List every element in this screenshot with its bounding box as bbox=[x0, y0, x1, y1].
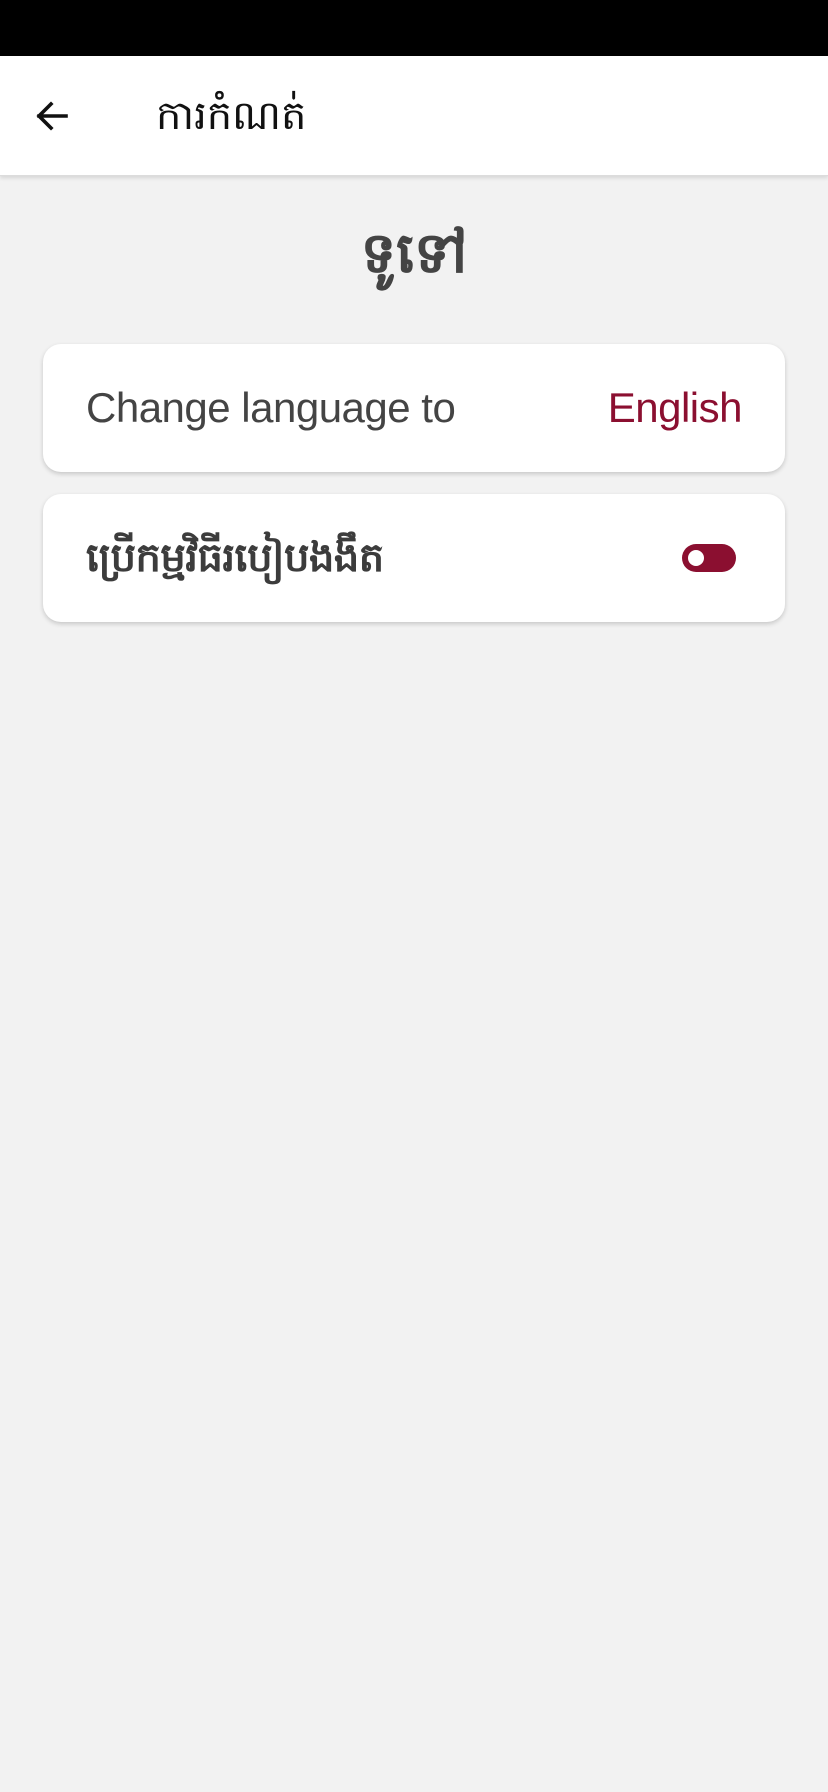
dark-mode-setting-card: ប្រើកម្មវិធីរបៀបងងឹត bbox=[43, 494, 785, 622]
status-bar bbox=[0, 0, 828, 56]
toggle-knob bbox=[688, 550, 704, 566]
section-heading-general: ទូទៅ bbox=[360, 221, 468, 286]
dark-mode-setting-label: ប្រើកម្មវិធីរបៀបងងឹត bbox=[86, 535, 384, 581]
dark-mode-toggle[interactable] bbox=[682, 544, 736, 572]
language-value-link[interactable]: English bbox=[608, 344, 743, 472]
page-title: ការកំណត់ bbox=[156, 93, 307, 139]
app-bar: ការកំណត់ bbox=[0, 56, 828, 176]
language-setting-card[interactable]: Change language to English bbox=[43, 344, 785, 472]
language-setting-label: Change language to bbox=[86, 384, 456, 431]
arrow-left-icon bbox=[36, 101, 68, 131]
back-button[interactable] bbox=[20, 84, 84, 148]
